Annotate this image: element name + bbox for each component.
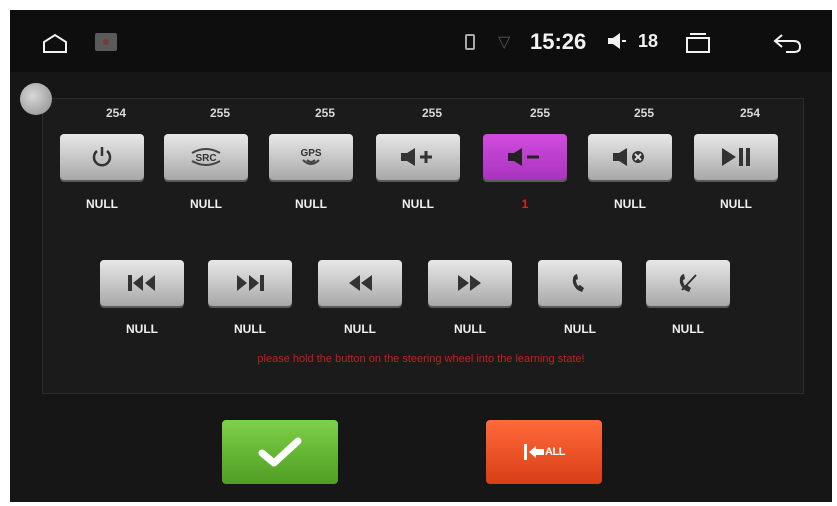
label-volume-up: NULL bbox=[402, 197, 434, 211]
volume-down-button[interactable] bbox=[483, 134, 567, 180]
next-track-icon bbox=[237, 275, 264, 291]
label-call-answer: NULL bbox=[564, 322, 596, 336]
floating-dot-icon[interactable] bbox=[20, 83, 52, 115]
clock: 15:26 bbox=[530, 29, 587, 54]
volume-icon[interactable] bbox=[607, 31, 627, 51]
label-src: NULL bbox=[190, 197, 222, 211]
label-play-pause: NULL bbox=[720, 197, 752, 211]
label-volume-down: 1 bbox=[521, 197, 529, 211]
svg-text:SRC: SRC bbox=[195, 153, 216, 164]
src-button[interactable]: SRC bbox=[164, 134, 248, 180]
power-button[interactable] bbox=[60, 134, 144, 180]
volume-up-icon bbox=[401, 148, 432, 166]
status-bar: ▽ 15:26 18 bbox=[10, 10, 832, 72]
code-src: 255 bbox=[209, 106, 231, 120]
code-mute: 255 bbox=[633, 106, 655, 120]
power-icon bbox=[92, 147, 112, 167]
play-pause-icon bbox=[722, 148, 750, 166]
confirm-button[interactable] bbox=[222, 420, 338, 484]
play-pause-button[interactable] bbox=[694, 134, 778, 180]
head-unit-screen: ▽ 15:26 18 254 255 255 255 255 255 254 S… bbox=[10, 10, 832, 502]
clear-arrow-icon bbox=[524, 444, 545, 460]
volume-up-button[interactable] bbox=[376, 134, 460, 180]
mute-button[interactable] bbox=[588, 134, 672, 180]
clear-all-button[interactable]: ALL bbox=[486, 420, 602, 484]
volume-down-icon bbox=[508, 148, 539, 166]
call-answer-icon bbox=[572, 274, 584, 292]
src-icon: SRC bbox=[191, 148, 221, 166]
previous-track-icon bbox=[128, 275, 155, 291]
call-answer-button[interactable] bbox=[538, 260, 622, 306]
label-power: NULL bbox=[86, 197, 118, 211]
label-fast-forward: NULL bbox=[454, 322, 486, 336]
fast-forward-icon bbox=[458, 275, 481, 291]
next-track-button[interactable] bbox=[208, 260, 292, 306]
call-hangup-icon bbox=[679, 274, 697, 292]
code-volume-up: 255 bbox=[421, 106, 443, 120]
label-rewind: NULL bbox=[344, 322, 376, 336]
call-hangup-button[interactable] bbox=[646, 260, 730, 306]
gps-icon: GPS bbox=[300, 148, 322, 165]
code-volume-down: 255 bbox=[529, 106, 551, 120]
learning-hint: please hold the button on the steering w… bbox=[257, 353, 585, 365]
wifi-icon: ▽ bbox=[498, 34, 511, 51]
label-gps: NULL bbox=[295, 197, 327, 211]
gps-button[interactable]: GPS bbox=[269, 134, 353, 180]
volume-level: 18 bbox=[638, 31, 659, 51]
svg-text:GPS: GPS bbox=[300, 148, 321, 159]
checkmark-icon bbox=[258, 437, 302, 467]
label-mute: NULL bbox=[614, 197, 646, 211]
rewind-icon bbox=[349, 275, 372, 291]
label-call-hangup: NULL bbox=[672, 322, 704, 336]
home-icon[interactable] bbox=[42, 32, 68, 54]
phone-icon bbox=[465, 34, 475, 50]
fast-forward-button[interactable] bbox=[428, 260, 512, 306]
back-icon[interactable] bbox=[772, 32, 802, 54]
rewind-button[interactable] bbox=[318, 260, 402, 306]
label-next-track: NULL bbox=[234, 322, 266, 336]
mute-icon bbox=[613, 148, 644, 166]
app-thumbnail-icon[interactable] bbox=[95, 33, 117, 51]
clear-all-label: ALL bbox=[545, 446, 565, 458]
code-play-pause: 254 bbox=[739, 106, 761, 120]
code-gps: 255 bbox=[314, 106, 336, 120]
previous-track-button[interactable] bbox=[100, 260, 184, 306]
code-power: 254 bbox=[105, 106, 127, 120]
recents-icon[interactable] bbox=[684, 32, 712, 54]
label-previous-track: NULL bbox=[126, 322, 158, 336]
